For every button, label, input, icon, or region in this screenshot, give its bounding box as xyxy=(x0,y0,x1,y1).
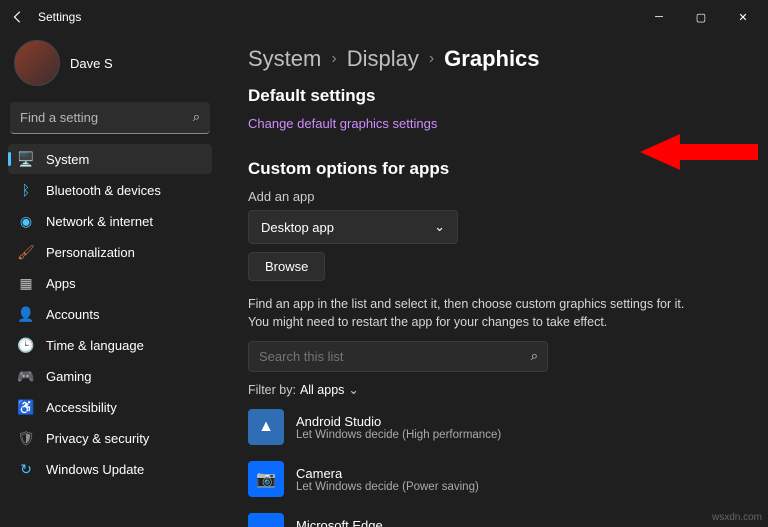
breadcrumb-display[interactable]: Display xyxy=(347,46,419,72)
sidebar-item-accessibility[interactable]: ♿ Accessibility xyxy=(8,392,212,422)
sidebar-item-network-internet[interactable]: ◉ Network & internet xyxy=(8,206,212,236)
app-item[interactable]: ▲ Android StudioLet Windows decide (High … xyxy=(248,405,744,449)
sidebar-item-apps[interactable]: ▦ Apps xyxy=(8,268,212,298)
nav-icon: 👤 xyxy=(18,306,34,322)
sidebar-item-windows-update[interactable]: ↻ Windows Update xyxy=(8,454,212,484)
app-search-input[interactable] xyxy=(248,341,548,372)
sidebar-item-personalization[interactable]: 🖌 Personalization xyxy=(8,237,212,267)
sidebar-item-time-language[interactable]: 🕒 Time & language xyxy=(8,330,212,360)
nav-label: Bluetooth & devices xyxy=(46,183,161,198)
breadcrumb: System › Display › Graphics xyxy=(248,46,744,72)
maximize-button[interactable]: ▢ xyxy=(680,3,722,31)
nav-icon: 🛡 xyxy=(18,430,34,446)
nav-label: Accessibility xyxy=(46,400,117,415)
chevron-down-icon: ⌄ xyxy=(348,382,358,397)
sidebar: Dave S ⌕ 🖥️ System ᛒ Bluetooth & devices ◉ Ne… xyxy=(0,34,220,527)
browse-button[interactable]: Browse xyxy=(248,252,325,281)
filter-value: All apps xyxy=(300,383,344,397)
nav-icon: 🖌 xyxy=(18,244,34,260)
sidebar-item-bluetooth-devices[interactable]: ᛒ Bluetooth & devices xyxy=(8,175,212,205)
sidebar-item-privacy-security[interactable]: 🛡 Privacy & security xyxy=(8,423,212,453)
profile[interactable]: Dave S xyxy=(8,34,212,98)
nav-label: Apps xyxy=(46,276,76,291)
back-button[interactable] xyxy=(4,3,32,31)
nav-icon: ♿ xyxy=(18,399,34,415)
app-icon: 📷 xyxy=(248,461,284,497)
window-title: Settings xyxy=(38,10,81,24)
app-name: Android Studio xyxy=(296,414,501,429)
breadcrumb-graphics: Graphics xyxy=(444,46,539,72)
search-icon: ⌕ xyxy=(193,109,200,125)
filter-row[interactable]: Filter by: All apps ⌄ xyxy=(248,382,744,397)
nav-icon: 🖥️ xyxy=(18,151,34,167)
nav-icon: ᛒ xyxy=(18,182,34,198)
chevron-right-icon: › xyxy=(331,50,336,68)
app-subtitle: Let Windows decide (Power saving) xyxy=(296,481,479,493)
app-search-wrap: ⌕ xyxy=(248,341,548,372)
app-name: Microsoft Edge xyxy=(296,518,479,527)
app-icon xyxy=(248,513,284,527)
app-subtitle: Let Windows decide (High performance) xyxy=(296,429,501,441)
nav-label: Personalization xyxy=(46,245,135,260)
nav-icon: ↻ xyxy=(18,461,34,477)
nav-label: Time & language xyxy=(46,338,144,353)
dropdown-value: Desktop app xyxy=(261,220,334,235)
minimize-button[interactable]: ─ xyxy=(638,3,680,31)
close-button[interactable]: ✕ xyxy=(722,3,764,31)
nav-label: System xyxy=(46,152,89,167)
nav-label: Privacy & security xyxy=(46,431,149,446)
chevron-right-icon: › xyxy=(429,50,434,68)
app-item[interactable]: Microsoft EdgeLet Windows decide (Power … xyxy=(248,509,744,527)
search-wrap: ⌕ xyxy=(10,102,210,134)
change-default-graphics-link[interactable]: Change default graphics settings xyxy=(248,116,437,131)
annotation-arrow xyxy=(640,130,760,174)
app-name: Camera xyxy=(296,466,479,481)
nav-list: 🖥️ System ᛒ Bluetooth & devices ◉ Network & i… xyxy=(8,144,212,484)
sidebar-item-system[interactable]: 🖥️ System xyxy=(8,144,212,174)
search-input[interactable] xyxy=(10,102,210,134)
nav-icon: ◉ xyxy=(18,213,34,229)
sidebar-item-accounts[interactable]: 👤 Accounts xyxy=(8,299,212,329)
chevron-down-icon: ⌄ xyxy=(434,219,445,235)
profile-name: Dave S xyxy=(70,56,113,71)
breadcrumb-system[interactable]: System xyxy=(248,46,321,72)
sidebar-item-gaming[interactable]: 🎮 Gaming xyxy=(8,361,212,391)
app-type-dropdown[interactable]: Desktop app ⌄ xyxy=(248,210,458,244)
default-settings-heading: Default settings xyxy=(248,86,744,106)
add-app-label: Add an app xyxy=(248,189,744,204)
app-icon: ▲ xyxy=(248,409,284,445)
app-item[interactable]: 📷 CameraLet Windows decide (Power saving) xyxy=(248,457,744,501)
avatar xyxy=(14,40,60,86)
nav-label: Windows Update xyxy=(46,462,144,477)
search-icon: ⌕ xyxy=(531,348,538,364)
hint-text: Find an app in the list and select it, t… xyxy=(248,295,708,331)
watermark: wsxdn.com xyxy=(712,512,762,523)
nav-icon: 🕒 xyxy=(18,337,34,353)
nav-icon: 🎮 xyxy=(18,368,34,384)
apps-list: ▲ Android StudioLet Windows decide (High … xyxy=(248,405,744,527)
nav-label: Accounts xyxy=(46,307,99,322)
titlebar: Settings ─ ▢ ✕ xyxy=(0,0,768,34)
filter-label: Filter by: xyxy=(248,383,296,397)
nav-label: Gaming xyxy=(46,369,92,384)
main-content: System › Display › Graphics Default sett… xyxy=(220,34,768,527)
nav-label: Network & internet xyxy=(46,214,153,229)
nav-icon: ▦ xyxy=(18,275,34,291)
